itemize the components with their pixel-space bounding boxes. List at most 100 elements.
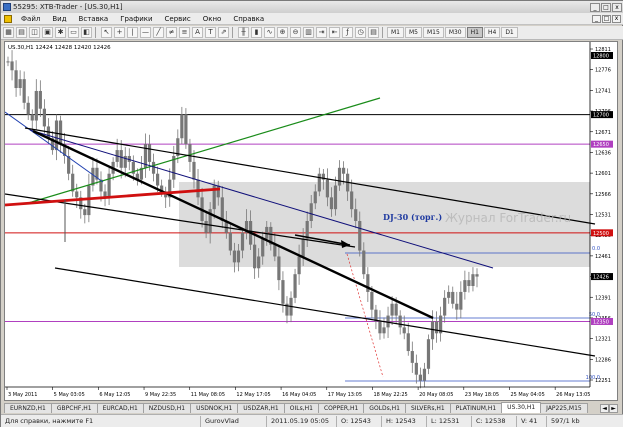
candle-body	[410, 351, 414, 363]
tab-nzdusd[interactable]: NZDUSD,H1	[142, 403, 192, 413]
label-icon[interactable]: T	[205, 27, 216, 38]
tab-eurcad[interactable]: EURCAD,H1	[96, 403, 144, 413]
trendline-icon[interactable]: ╱	[153, 27, 164, 38]
crosshair-icon[interactable]: +	[114, 27, 125, 38]
vertical-line-icon[interactable]: |	[127, 27, 138, 38]
menu-view[interactable]: Вид	[46, 15, 72, 23]
templates-icon[interactable]: ▤	[368, 27, 379, 38]
candle-body	[293, 274, 297, 298]
timeframe-d1[interactable]: D1	[501, 27, 518, 38]
data-window-icon[interactable]: ▣	[42, 27, 53, 38]
timeframe-m30[interactable]: M30	[444, 27, 466, 38]
chart-area[interactable]: 0.0 50.0 100.0 DJ-30 (торг.) Журнал ForTrade…	[4, 41, 618, 401]
tab-usdzar[interactable]: USDZAR,H1	[237, 403, 285, 413]
autoscroll-icon[interactable]: ⇤	[329, 27, 340, 38]
price-chart[interactable]: 0.050.0100.0DJ-30 (торг.) Журнал ForTrade…	[5, 42, 617, 400]
minimize-button[interactable]: _	[590, 2, 600, 12]
bar-chart-icon[interactable]: ╫	[238, 27, 249, 38]
candle-body	[325, 179, 330, 198]
terminal-icon[interactable]: ▭	[68, 27, 79, 38]
tab-gbpchf[interactable]: GBPCHF,H1	[50, 403, 98, 413]
status-help: Для справки, нажмите F1	[1, 415, 201, 427]
toolbar: ▦ ▤ ◫ ▣ ✱ ▭ ◧ ↖ + | — ╱ ≠ ≡ A T ⇗ ╫ ▮ ∿ …	[1, 26, 623, 40]
chart-restore-button[interactable]: □	[602, 14, 611, 23]
menu-file[interactable]: Файл	[15, 15, 46, 23]
candle-body	[354, 209, 358, 222]
close-button[interactable]: x	[612, 2, 622, 12]
menu-tools[interactable]: Сервис	[159, 15, 197, 23]
menu-charts[interactable]: Графики	[114, 15, 158, 23]
candle-body	[475, 274, 479, 277]
market-watch-icon[interactable]: ◫	[29, 27, 40, 38]
maximize-button[interactable]: □	[601, 2, 611, 12]
app-icon	[3, 3, 11, 11]
candlestick-icon[interactable]: ▮	[251, 27, 262, 38]
indicators-icon[interactable]: ƒ	[342, 27, 353, 38]
arrows-icon[interactable]: ⇗	[218, 27, 229, 38]
candle-body	[422, 368, 427, 381]
tab-eurnzd[interactable]: EURNZD,H1	[4, 403, 52, 413]
tab-oils[interactable]: OILs,H1	[283, 403, 319, 413]
profiles-icon[interactable]: ▤	[16, 27, 27, 38]
horizontal-line-icon[interactable]: —	[140, 27, 151, 38]
tab-copper[interactable]: COPPER,H1	[317, 403, 365, 413]
menu-help[interactable]: Справка	[227, 15, 270, 23]
status-bar: Для справки, нажмите F1 GurovVlad 2011.0…	[1, 414, 623, 427]
cursor-icon[interactable]: ↖	[101, 27, 112, 38]
candle-body	[358, 221, 362, 251]
candle-body	[362, 250, 366, 275]
tab-golds[interactable]: GOLDs,H1	[363, 403, 406, 413]
zoom-out-icon[interactable]: ⊖	[290, 27, 301, 38]
periods-icon[interactable]: ◷	[355, 27, 366, 38]
navigator-icon[interactable]: ✱	[55, 27, 66, 38]
price-tick-label: 12741	[595, 88, 611, 94]
candle-body	[38, 90, 42, 109]
zoom-in-icon[interactable]: ⊕	[277, 27, 288, 38]
channel-icon[interactable]: ≠	[166, 27, 177, 38]
status-datetime: 2011.05.19 05:05	[267, 415, 337, 427]
time-tick-label: 16 May 04:05	[282, 392, 316, 398]
time-tick-label: 6 May 12:05	[99, 392, 130, 398]
timeframe-h4[interactable]: H4	[483, 27, 501, 38]
fibo-label-0: 0.0	[592, 246, 600, 252]
time-tick-label: 3 May 2011	[8, 392, 37, 398]
chart-shift-icon[interactable]: ⇥	[316, 27, 327, 38]
tab-jap225[interactable]: JAP225,M15	[540, 403, 588, 413]
text-icon[interactable]: A	[192, 27, 203, 38]
timeframe-m1[interactable]: M1	[387, 27, 404, 38]
tab-scroll-right-icon[interactable]: ►	[609, 404, 618, 413]
timeframe-m5[interactable]: M5	[405, 27, 422, 38]
candle-body	[87, 185, 91, 216]
line-chart-icon[interactable]: ∿	[264, 27, 275, 38]
tab-us30[interactable]: US.30,H1	[501, 402, 542, 413]
candle-body	[236, 250, 241, 263]
tab-silvers[interactable]: SILVERs,H1	[405, 403, 451, 413]
tab-scroll: ◄ ►	[600, 404, 618, 413]
timeframe-h1[interactable]: H1	[466, 27, 483, 38]
time-tick-label: 23 May 18:05	[465, 392, 499, 398]
candle-body	[184, 114, 188, 145]
toolbar-separator	[95, 27, 96, 38]
status-volume: V: 41	[517, 415, 547, 427]
candle-body	[455, 303, 459, 310]
tab-platinum[interactable]: PLATINUM,H1	[449, 403, 503, 413]
strategy-tester-icon[interactable]: ◧	[81, 27, 92, 38]
fibonacci-icon[interactable]: ≡	[179, 27, 190, 38]
menu-insert[interactable]: Вставка	[73, 15, 115, 23]
channel-lower-line[interactable]	[54, 267, 596, 357]
time-tick-label: 18 May 22:25	[373, 392, 407, 398]
price-tick-label: 12566	[595, 192, 611, 198]
chart-close-button[interactable]: x	[612, 14, 621, 23]
chart-window-icon[interactable]	[4, 14, 12, 23]
timeframe-m15[interactable]: M15	[423, 27, 444, 38]
menu-window[interactable]: Окно	[197, 15, 228, 23]
tile-windows-icon[interactable]: ▥	[303, 27, 314, 38]
candle-body	[216, 185, 220, 198]
candle-body	[350, 191, 354, 210]
time-tick-label: 11 May 08:05	[191, 392, 225, 398]
new-chart-icon[interactable]: ▦	[3, 27, 14, 38]
chart-minimize-button[interactable]: _	[592, 14, 601, 23]
tab-scroll-left-icon[interactable]: ◄	[600, 404, 609, 413]
price-tick-label: 12636	[595, 150, 611, 156]
tab-usdnok[interactable]: USDNOK,H1	[190, 403, 239, 413]
